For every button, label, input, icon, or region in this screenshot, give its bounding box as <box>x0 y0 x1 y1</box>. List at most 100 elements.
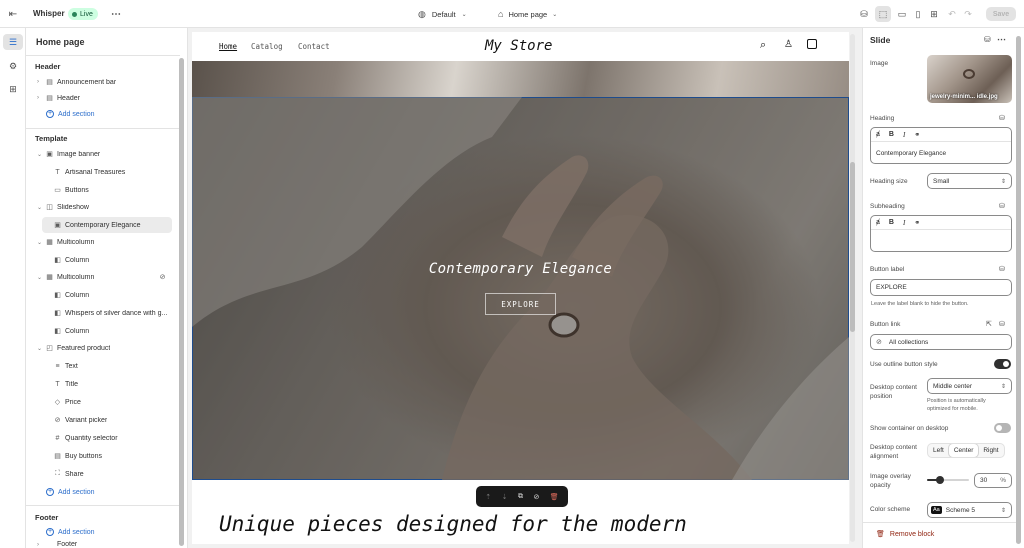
link-icon[interactable]: ⚭ <box>914 219 920 227</box>
tree-item-announcement-bar[interactable]: › ▤ Announcement bar <box>26 74 176 90</box>
desktop-view-icon[interactable]: ▭ <box>895 7 909 21</box>
slider-knob[interactable] <box>935 476 944 484</box>
tree-item[interactable]: ◧ Column <box>26 323 176 339</box>
external-link-icon[interactable]: ⇱ <box>986 320 992 328</box>
chevron-down-icon[interactable]: ⌄ <box>37 239 42 246</box>
tree-item-footer[interactable]: › Footer <box>26 541 176 548</box>
database-icon[interactable]: ⛁ <box>984 35 991 44</box>
database-icon[interactable]: ⛁ <box>999 114 1005 122</box>
theme-dropdown[interactable]: ◍ Default ⌄ <box>418 8 467 20</box>
tree-item[interactable]: T Title <box>26 376 176 392</box>
container-toggle[interactable] <box>994 423 1011 433</box>
canvas-scrollbar[interactable] <box>850 34 855 542</box>
button-link-input[interactable]: ⊘ All collections <box>870 334 1012 350</box>
color-scheme-select[interactable]: Aa Scheme 5 ⇕ <box>927 502 1012 518</box>
tree-item[interactable]: T Artisanal Treasures <box>26 164 176 180</box>
tree-item[interactable]: ⌄ ▦ Multicolumn ⊘ <box>26 269 176 285</box>
add-section-button[interactable]: + Add section <box>46 110 95 118</box>
bold-icon[interactable]: B <box>889 131 894 138</box>
nav-contact[interactable]: Contact <box>298 42 330 51</box>
italic-icon[interactable]: I <box>903 131 905 139</box>
toggle-knob <box>996 425 1002 431</box>
tree-item[interactable]: ⊘ Variant picker <box>26 412 176 428</box>
tree-item[interactable]: ▤ Buy buttons <box>26 448 176 464</box>
move-up-icon[interactable]: ⇡ <box>485 493 491 501</box>
chevron-down-icon[interactable]: ⌄ <box>37 345 42 352</box>
database-icon[interactable]: ⛁ <box>999 320 1005 328</box>
overlay-opacity-slider[interactable] <box>927 476 969 484</box>
tree-item[interactable]: ◇ Price <box>26 394 176 410</box>
page-dropdown[interactable]: ⌂ Home page ⌄ <box>498 8 557 20</box>
tree-item-label: Footer <box>57 541 78 548</box>
add-section-button[interactable]: + Add section <box>46 488 95 496</box>
alignment-option-left[interactable]: Left <box>928 444 949 457</box>
alignment-option-center[interactable]: Center <box>948 444 979 457</box>
tree-item-label: Image banner <box>57 150 101 158</box>
heading-size-select[interactable]: Small ⇕ <box>927 173 1012 189</box>
tree-item[interactable]: ≡ Text <box>26 358 176 374</box>
move-down-icon[interactable]: ⇣ <box>502 493 508 501</box>
add-section-button[interactable]: + Add section <box>46 528 95 536</box>
tree-item[interactable]: ◧ Whispers of silver dance with g... <box>26 305 176 321</box>
more-icon[interactable]: ⋯ <box>109 7 123 21</box>
sections-icon[interactable]: ☰ <box>3 34 23 50</box>
hidden-eye-icon[interactable]: ⊘ <box>158 273 167 282</box>
content-position-select[interactable]: Middle center ⇕ <box>927 378 1012 394</box>
nav-catalog[interactable]: Catalog <box>251 42 283 51</box>
button-label-input[interactable]: EXPLORE <box>870 279 1012 296</box>
hide-icon[interactable]: ⊘ <box>533 493 539 501</box>
account-icon[interactable]: ♙ <box>784 39 793 50</box>
tree-item[interactable]: ⛶ Share <box>26 466 176 482</box>
search-icon[interactable]: ⌕ <box>760 39 766 52</box>
tree-item[interactable]: ◧ Column <box>26 287 176 303</box>
mobile-view-icon[interactable]: ▯ <box>911 7 925 21</box>
save-button[interactable]: Save <box>986 7 1016 21</box>
exit-icon[interactable]: ⇤ <box>7 8 19 20</box>
inspector-icon[interactable]: ⛁ <box>857 7 871 21</box>
tree-item[interactable]: ▣ Contemporary Elegance <box>42 217 172 233</box>
text-style-icon[interactable]: ⱥ <box>876 131 880 138</box>
tree-item[interactable]: ⌄ ◰ Featured product <box>26 340 176 356</box>
settings-icon[interactable]: ⚙ <box>3 58 23 74</box>
delete-icon[interactable]: 🗑 <box>550 493 559 501</box>
nav-home[interactable]: Home <box>219 42 237 51</box>
chevron-down-icon[interactable]: ⌄ <box>37 274 42 281</box>
image-picker[interactable]: jewelry-minim... idle.jpg <box>927 55 1012 103</box>
undo-icon[interactable]: ↶ <box>946 7 958 21</box>
tree-item[interactable]: ⌄ ◫ Slideshow <box>26 199 176 215</box>
tree-item[interactable]: ▭ Buttons <box>26 182 176 198</box>
right-scrollbar[interactable] <box>1016 36 1021 544</box>
store-preview: Home Catalog Contact My Store ⌕ ♙ Contem… <box>192 32 849 544</box>
apps-icon[interactable]: ⊞ <box>3 81 23 97</box>
left-scrollbar[interactable] <box>179 58 184 546</box>
chevron-down-icon[interactable]: ⌄ <box>37 151 42 158</box>
tree-item[interactable]: ◧ Column <box>26 252 176 268</box>
link-icon[interactable]: ⚭ <box>914 131 920 139</box>
tree-item[interactable]: ⌄ ▣ Image banner <box>26 146 176 162</box>
outline-style-toggle[interactable] <box>994 359 1011 369</box>
select-mode-icon[interactable]: ⬚ <box>875 6 891 22</box>
cart-icon[interactable] <box>807 39 817 49</box>
canvas-scrollbar-thumb[interactable] <box>850 162 855 332</box>
overlay-opacity-input[interactable]: 30 % <box>974 473 1012 488</box>
bold-icon[interactable]: B <box>889 219 894 226</box>
store-logo[interactable]: My Store <box>485 38 552 54</box>
alignment-option-right[interactable]: Right <box>978 444 1003 457</box>
icon-rail: ☰ ⚙ ⊞ <box>0 28 26 548</box>
chevron-down-icon[interactable]: ⌄ <box>37 204 42 211</box>
redo-icon[interactable]: ↷ <box>962 7 974 21</box>
tree-item-header[interactable]: › ▤ Header <box>26 90 176 106</box>
database-icon[interactable]: ⛁ <box>999 202 1005 210</box>
tree-item[interactable]: # Quantity selector <box>26 430 176 446</box>
duplicate-icon[interactable]: ⧉ <box>518 493 523 501</box>
tree-item[interactable]: ⌄ ▦ Multicolumn <box>26 234 176 250</box>
heading-input[interactable]: Contemporary Elegance <box>876 150 946 157</box>
slideshow-banner[interactable]: Contemporary Elegance EXPLORE <box>192 97 849 480</box>
italic-icon[interactable]: I <box>903 219 905 227</box>
remove-block-button[interactable]: 🗑 Remove block <box>876 530 934 539</box>
database-icon[interactable]: ⛁ <box>999 265 1005 273</box>
text-style-icon[interactable]: ⱥ <box>876 219 880 226</box>
more-icon[interactable]: ⋯ <box>997 34 1006 45</box>
fullscreen-icon[interactable]: ⊞ <box>927 7 941 21</box>
banner-explore-button[interactable]: EXPLORE <box>485 293 556 315</box>
